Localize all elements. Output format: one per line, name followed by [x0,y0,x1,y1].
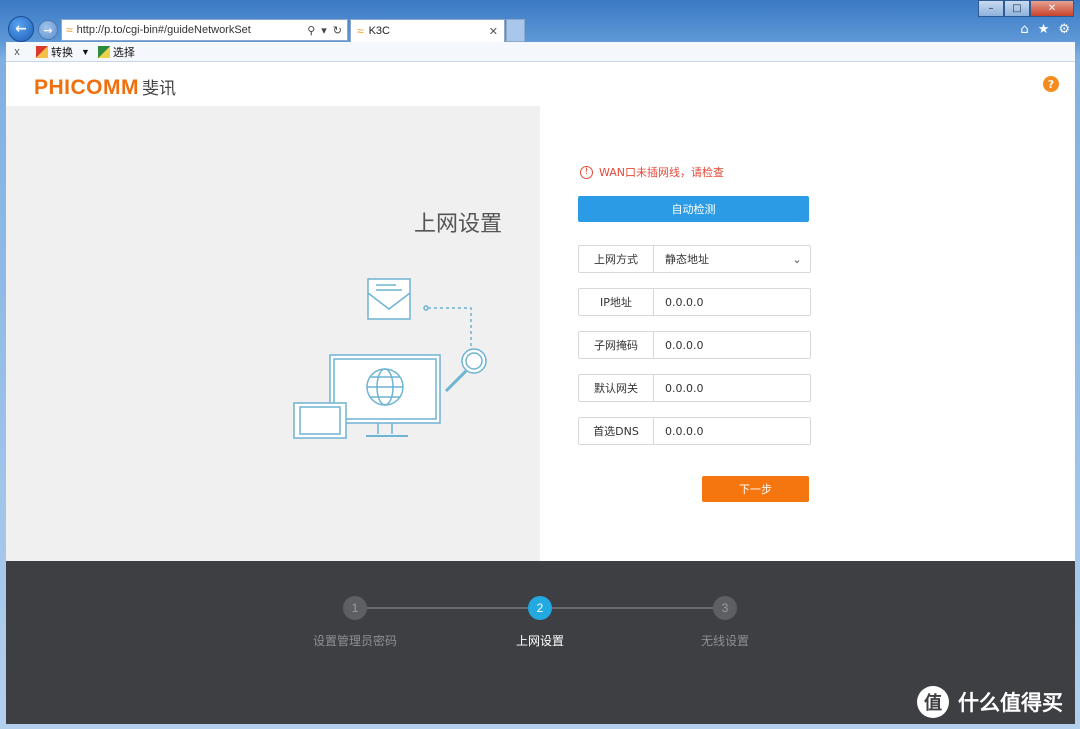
new-tab-button[interactable] [506,19,525,42]
convert-label: 转换 [51,46,73,59]
gateway-field[interactable]: 默认网关 0.0.0.0 [578,374,811,402]
convert-button[interactable]: 转换 ▼ [36,44,90,60]
field-value[interactable]: 0.0.0.0 [654,382,810,395]
home-icon[interactable]: ⌂ [1020,22,1028,37]
field-label: IP地址 [579,289,654,315]
right-panel: ! WAN口未插网线，请检查 自动检测 上网方式 静态地址 ⌄ IP地址 0.0… [540,106,1075,561]
window-controls: – □ ✕ [978,0,1074,17]
watermark-text: 什么值得买 [958,691,1063,715]
close-window-button[interactable]: ✕ [1030,0,1074,17]
select-button[interactable]: 选择 [97,44,135,60]
refresh-icon[interactable]: ↻ [333,24,342,37]
field-label: 首选DNS [579,418,654,444]
field-value[interactable]: 0.0.0.0 [654,296,810,309]
wan-error-message: ! WAN口未插网线，请检查 [580,164,724,180]
watermark: 值 什么值得买 [917,686,1063,718]
field-label: 子网掩码 [579,332,654,358]
page-viewport: PHICOMM 斐讯 ? 上网设置 ! WAN口未插网线，请检查 自动检测 上网… [6,62,1075,724]
close-toolbar-button[interactable]: x [6,46,28,58]
tab-k3c[interactable]: ≈ K3C ✕ [350,19,505,42]
field-value[interactable]: 0.0.0.0 [654,425,810,438]
caret-down-icon[interactable]: ▼ [81,47,90,57]
maximize-button[interactable]: □ [1004,0,1030,17]
dns-field[interactable]: 首选DNS 0.0.0.0 [578,417,811,445]
tab-title: K3C [368,25,390,37]
step-3-dot: 3 [713,596,737,620]
settings-gear-icon[interactable]: ⚙ [1058,22,1070,37]
auto-detect-button[interactable]: 自动检测 [578,196,809,222]
field-value[interactable]: 静态地址 [654,251,784,267]
field-label: 上网方式 [579,246,654,272]
chevron-down-icon[interactable]: ⌄ [784,253,810,266]
step-1-label: 设置管理员密码 [312,634,397,648]
wifi-icon: ≈ [357,24,364,38]
tablet-icon [293,402,347,439]
favorites-star-icon[interactable]: ★ [1038,22,1050,37]
field-value[interactable]: 0.0.0.0 [654,339,810,352]
step-3-label: 无线设置 [700,634,749,648]
connection-type-select[interactable]: 上网方式 静态地址 ⌄ [578,245,811,273]
url-text[interactable]: http://p.to/cgi-bin#/guideNetworkSet [77,24,308,36]
subnet-mask-field[interactable]: 子网掩码 0.0.0.0 [578,331,811,359]
ip-address-field[interactable]: IP地址 0.0.0.0 [578,288,811,316]
browser-window: ← → ≈ http://p.to/cgi-bin#/guideNetworkS… [0,0,1080,729]
step-1-dot: 1 [343,596,367,620]
address-bar[interactable]: ≈ http://p.to/cgi-bin#/guideNetworkSet ⚲… [61,19,348,41]
pdf-convert-icon [36,45,48,58]
wifi-icon: ≈ [66,23,73,37]
step-2-dot: 2 [528,596,552,620]
field-label: 默认网关 [579,375,654,401]
network-illustration [293,278,487,439]
select-label: 选择 [112,46,135,59]
page-title: 上网设置 [413,212,502,237]
page-header: PHICOMM 斐讯 ? [6,62,1075,106]
back-arrow-icon: ← [15,21,27,37]
warning-icon: ! [580,165,593,179]
forward-button[interactable]: → [38,20,58,40]
logo-en: PHICOMM [34,76,139,99]
step-2-label: 上网设置 [515,634,564,648]
help-icon[interactable]: ? [1043,76,1059,92]
select-icon [97,45,110,58]
step-progress-footer: 1 2 3 设置管理员密码 上网设置 无线设置 值 什么值得买 [6,561,1075,724]
logo-cn: 斐讯 [142,79,176,99]
dropdown-icon[interactable]: ▾ [321,24,327,37]
tab-close-icon[interactable]: ✕ [489,25,498,38]
phicomm-logo: PHICOMM 斐讯 [34,74,176,100]
error-text: WAN口未插网线，请检查 [599,166,725,179]
watermark-logo-icon: 值 [917,686,949,718]
next-button[interactable]: 下一步 [702,476,809,502]
back-button[interactable]: ← [8,16,34,42]
minimize-button[interactable]: – [978,0,1004,17]
forward-arrow-icon: → [43,23,53,37]
left-panel: 上网设置 [6,106,540,561]
title-bar: ← → ≈ http://p.to/cgi-bin#/guideNetworkS… [0,0,1080,44]
command-bar: x 转换 ▼ 选择 [6,42,1075,62]
search-icon[interactable]: ⚲ [307,24,315,37]
browser-toolbar-icons: ⌂ ★ ⚙ [1020,22,1070,37]
